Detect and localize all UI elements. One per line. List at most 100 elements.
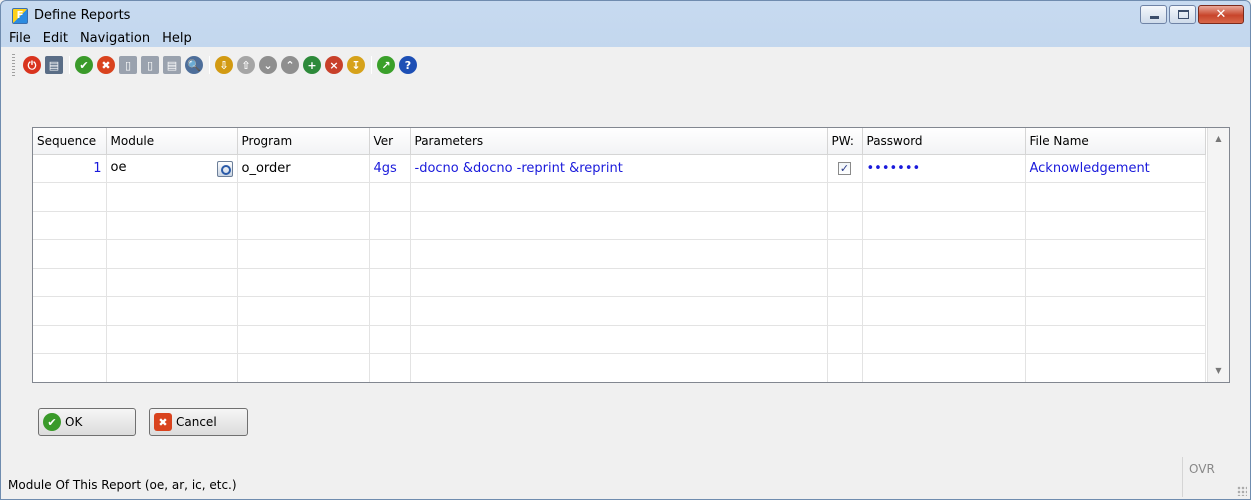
col-header-module[interactable]: Module	[106, 128, 238, 155]
scroll-up-icon[interactable]: ▲	[1208, 130, 1229, 148]
cell-ver[interactable]: 4gs	[369, 154, 411, 183]
table-row[interactable]	[33, 211, 1206, 240]
cell-pw[interactable]	[827, 325, 863, 354]
cell-password[interactable]	[862, 239, 1026, 269]
cell-sequence[interactable]	[33, 239, 107, 269]
cell-module[interactable]	[106, 325, 238, 354]
menu-help[interactable]: Help	[156, 30, 198, 48]
cell-sequence[interactable]	[33, 211, 107, 240]
col-header-ver[interactable]: Ver	[369, 128, 411, 155]
cell-parameters[interactable]	[410, 296, 828, 326]
cell-program[interactable]	[237, 211, 370, 240]
cell-file-name[interactable]	[1025, 182, 1206, 212]
cell-file-name[interactable]	[1025, 353, 1206, 382]
cell-password[interactable]	[862, 325, 1026, 354]
cell-pw[interactable]	[827, 353, 863, 382]
cell-program[interactable]	[237, 296, 370, 326]
accept-icon[interactable]: ✔	[75, 56, 93, 74]
minimize-button[interactable]	[1140, 5, 1167, 24]
cell-file-name[interactable]	[1025, 239, 1206, 269]
power-icon[interactable]: ⏻	[23, 56, 41, 74]
cell-program[interactable]	[237, 239, 370, 269]
cell-module[interactable]	[106, 182, 238, 212]
table-row[interactable]	[33, 353, 1206, 382]
lookup-search-icon[interactable]	[216, 160, 233, 177]
menu-edit[interactable]: Edit	[37, 30, 74, 48]
cell-sequence[interactable]	[33, 268, 107, 297]
cell-ver[interactable]	[369, 296, 411, 326]
cell-parameters[interactable]	[410, 211, 828, 240]
cell-ver[interactable]	[369, 325, 411, 354]
export-icon[interactable]: ⇧	[237, 56, 255, 74]
list-icon[interactable]: ▤	[163, 56, 181, 74]
cell-pw[interactable]	[827, 239, 863, 269]
cell-ver[interactable]	[369, 353, 411, 382]
cancel-button[interactable]: ✖ Cancel	[149, 408, 248, 436]
cell-password[interactable]	[862, 296, 1026, 326]
cell-parameters[interactable]	[410, 325, 828, 354]
cell-ver[interactable]	[369, 182, 411, 212]
cell-pw[interactable]	[827, 296, 863, 326]
cell-sequence[interactable]	[33, 325, 107, 354]
cell-parameters[interactable]	[410, 239, 828, 269]
run-icon[interactable]: ↗	[377, 56, 395, 74]
ok-button[interactable]: ✔ OK	[38, 408, 136, 436]
cell-pw[interactable]	[827, 182, 863, 212]
cell-program[interactable]	[237, 182, 370, 212]
resize-grip[interactable]	[1237, 486, 1247, 496]
table-row[interactable]	[33, 268, 1206, 297]
cell-module[interactable]	[106, 211, 238, 240]
cell-sequence[interactable]	[33, 353, 107, 382]
help-icon[interactable]: ?	[399, 56, 417, 74]
move-down-icon[interactable]: ⌄	[259, 56, 277, 74]
title-bar[interactable]: F Define Reports ✕	[1, 1, 1250, 29]
cell-password[interactable]: •••••••	[862, 154, 1026, 183]
table-row[interactable]	[33, 296, 1206, 326]
table-row[interactable]	[33, 325, 1206, 354]
maximize-button[interactable]	[1169, 5, 1196, 24]
cell-parameters[interactable]	[410, 268, 828, 297]
import-icon[interactable]: ⇩	[215, 56, 233, 74]
col-header-program[interactable]: Program	[237, 128, 370, 155]
vertical-scrollbar[interactable]: ▲ ▼	[1207, 128, 1229, 382]
cell-sequence[interactable]	[33, 182, 107, 212]
sort-icon[interactable]: ↧	[347, 56, 365, 74]
cell-ver[interactable]	[369, 239, 411, 269]
cell-module[interactable]	[106, 353, 238, 382]
cell-password[interactable]	[862, 211, 1026, 240]
cell-program[interactable]	[237, 268, 370, 297]
move-up-icon[interactable]: ⌃	[281, 56, 299, 74]
cell-module[interactable]	[106, 296, 238, 326]
cell-password[interactable]	[862, 268, 1026, 297]
cell-parameters[interactable]	[410, 182, 828, 212]
cell-parameters[interactable]: -docno &docno -reprint &reprint	[410, 154, 828, 183]
cell-module[interactable]	[106, 239, 238, 269]
cell-file-name[interactable]	[1025, 325, 1206, 354]
pw-checkbox[interactable]: ✓	[838, 161, 851, 175]
cell-password[interactable]	[862, 353, 1026, 382]
toolbar-grip[interactable]	[12, 54, 15, 76]
table-row[interactable]: 1 oe o_order 4gs -docno &docno -reprint …	[33, 154, 1206, 183]
cell-program[interactable]	[237, 325, 370, 354]
cell-sequence[interactable]: 1	[33, 154, 107, 183]
cell-file-name[interactable]	[1025, 296, 1206, 326]
col-header-sequence[interactable]: Sequence	[33, 128, 107, 155]
insert-row-icon[interactable]: +	[303, 56, 321, 74]
save-disk-icon[interactable]: ▤	[45, 56, 63, 74]
cell-file-name[interactable]: Acknowledgement	[1025, 154, 1206, 183]
table-row[interactable]	[33, 182, 1206, 212]
close-button[interactable]: ✕	[1198, 5, 1244, 24]
cell-ver[interactable]	[369, 268, 411, 297]
cell-program[interactable]: o_order	[237, 154, 370, 183]
cell-module[interactable]	[106, 268, 238, 297]
paste-record-icon[interactable]: ▯	[141, 56, 159, 74]
reject-icon[interactable]: ✖	[97, 56, 115, 74]
cell-pw[interactable]	[827, 268, 863, 297]
cell-ver[interactable]	[369, 211, 411, 240]
col-header-parameters[interactable]: Parameters	[410, 128, 828, 155]
col-header-file-name[interactable]: File Name	[1025, 128, 1206, 155]
delete-row-icon[interactable]: ×	[325, 56, 343, 74]
menu-file[interactable]: File	[1, 30, 37, 48]
scroll-down-icon[interactable]: ▼	[1208, 362, 1229, 380]
cell-file-name[interactable]	[1025, 268, 1206, 297]
